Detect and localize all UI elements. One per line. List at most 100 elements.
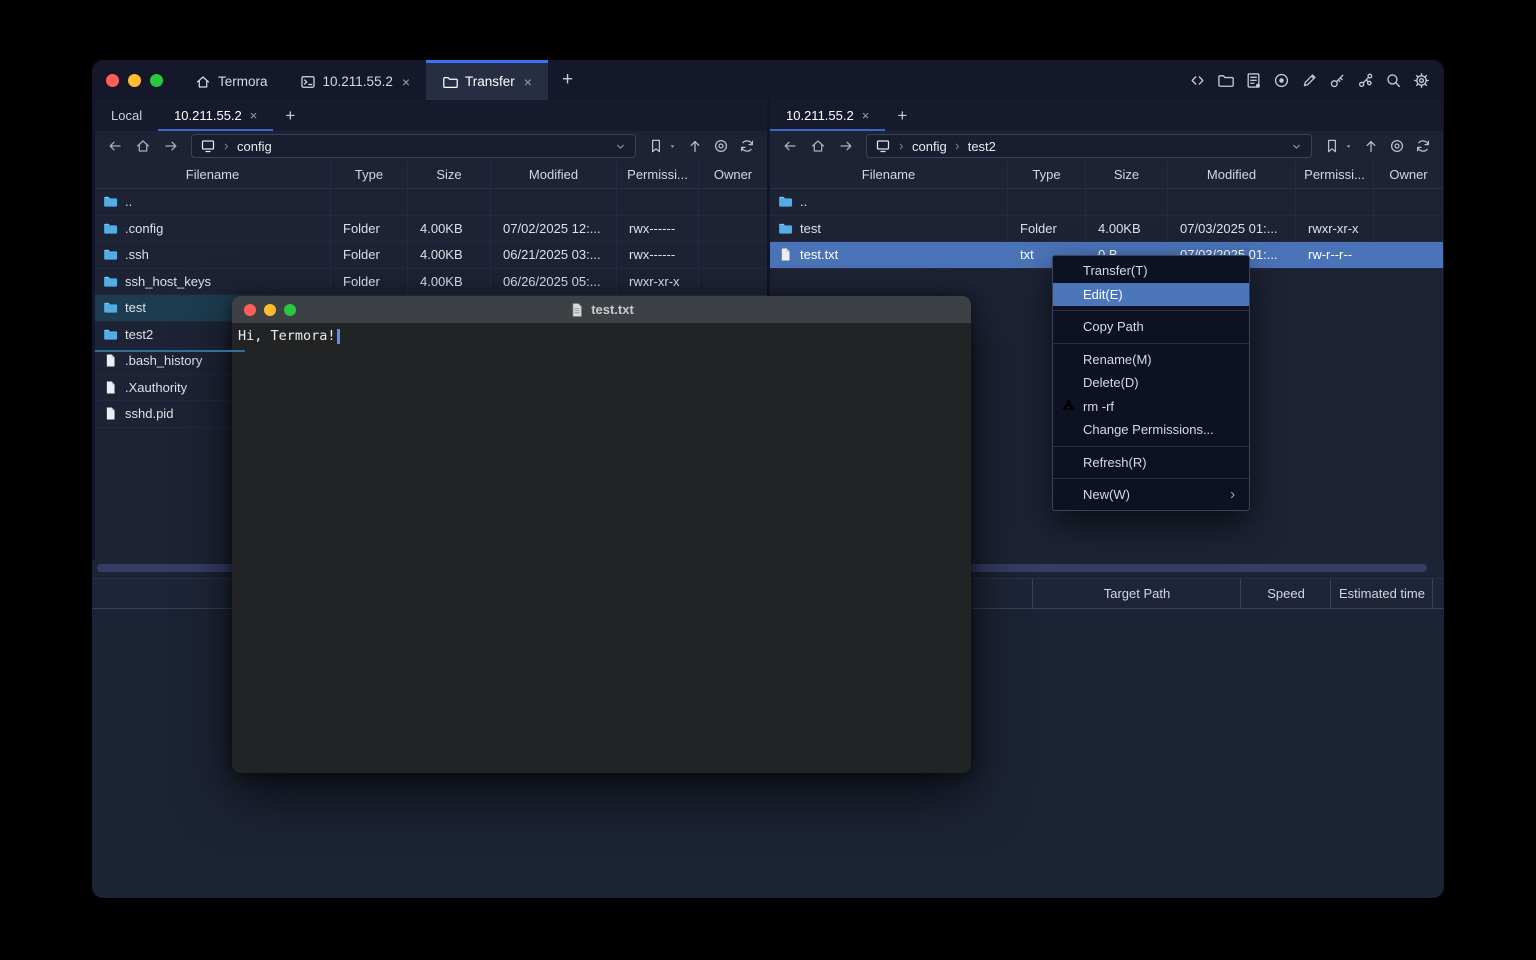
filename-label: test	[800, 221, 821, 236]
filename-label: test.txt	[800, 247, 838, 262]
zoom-window-button[interactable]	[150, 74, 163, 87]
keychain-icon[interactable]	[1357, 72, 1374, 89]
log-icon[interactable]	[1245, 72, 1262, 89]
menu-item-new-w-[interactable]: New(W)	[1053, 483, 1249, 507]
permissions-cell: rw-r--r--	[1296, 242, 1374, 268]
forward-button[interactable]	[159, 138, 183, 154]
close-window-button[interactable]	[106, 74, 119, 87]
menu-item-label: Transfer(T)	[1083, 263, 1148, 278]
panel-tab-10-211-55-2[interactable]: 10.211.55.2×	[158, 100, 273, 131]
settings-icon[interactable]	[1413, 72, 1430, 89]
app-tab-termora[interactable]: Termora	[179, 60, 284, 100]
context-menu: Transfer(T) Edit(E) Copy Path Rename(M)Dele…	[1052, 255, 1250, 511]
type-cell: Folder	[331, 269, 408, 295]
column-header-permissi[interactable]: Permissi...	[1296, 161, 1374, 188]
arrow-up-icon[interactable]	[1363, 138, 1379, 154]
chevron-down-icon[interactable]	[1290, 140, 1303, 153]
code-icon[interactable]	[1189, 72, 1206, 89]
bookmark-icon[interactable]	[1324, 138, 1340, 154]
key-icon[interactable]	[1329, 72, 1346, 89]
close-tab-icon[interactable]: ×	[862, 108, 870, 123]
menu-item-change-permissions-[interactable]: Change Permissions...	[1053, 418, 1249, 442]
eye-icon[interactable]	[1389, 138, 1405, 154]
chevron-right-icon	[1227, 489, 1239, 501]
filename-label: ..	[125, 194, 132, 209]
folder-icon[interactable]	[1217, 72, 1234, 89]
bookmark-icon[interactable]	[648, 138, 664, 154]
menu-item-delete-d-[interactable]: Delete(D)	[1053, 371, 1249, 395]
transfer-column-target-path[interactable]: Target Path	[1032, 579, 1241, 608]
triangle-down-icon[interactable]	[1344, 142, 1353, 151]
transfer-column-estimated-time[interactable]: Estimated time	[1330, 579, 1433, 608]
eye-icon[interactable]	[713, 138, 729, 154]
refresh-icon[interactable]	[739, 138, 755, 154]
table-row[interactable]: testFolder4.00KB07/03/2025 01:...rwxr-xr…	[770, 216, 1443, 243]
close-tab-icon[interactable]: ×	[250, 108, 258, 123]
column-header-owner[interactable]: Owner	[1374, 161, 1443, 188]
back-button[interactable]	[103, 138, 127, 154]
column-header-modified[interactable]: Modified	[1168, 161, 1296, 188]
traffic-lights	[92, 60, 179, 100]
close-tab-icon[interactable]: ×	[402, 74, 410, 90]
new-panel-tab-button[interactable]: +	[885, 100, 919, 131]
search-icon[interactable]	[1385, 72, 1402, 89]
back-button[interactable]	[778, 138, 802, 154]
column-header-owner[interactable]: Owner	[699, 161, 767, 188]
forward-button[interactable]	[834, 138, 858, 154]
app-tab-transfer[interactable]: Transfer ×	[426, 60, 548, 100]
column-header-type[interactable]: Type	[1008, 161, 1086, 188]
path-field[interactable]: config	[191, 134, 636, 158]
app-tab-10-211-55-2[interactable]: 10.211.55.2×	[284, 60, 427, 100]
menu-item-rm-rf[interactable]: rm -rf	[1053, 395, 1249, 419]
arrow-left-icon	[782, 138, 798, 154]
path-toolbar	[644, 138, 759, 154]
close-tab-icon[interactable]: ×	[524, 74, 532, 90]
table-row[interactable]: ssh_host_keysFolder4.00KB06/26/2025 05:.…	[95, 269, 767, 296]
chevron-down-icon[interactable]	[614, 140, 627, 153]
triangle-down-icon[interactable]	[668, 142, 677, 151]
permissions-cell	[617, 189, 699, 215]
table-row[interactable]: ..	[95, 189, 767, 216]
menu-item-edit-e-[interactable]: Edit(E)	[1053, 283, 1249, 307]
column-header-modified[interactable]: Modified	[491, 161, 617, 188]
menu-item-refresh-r-[interactable]: Refresh(R)	[1053, 451, 1249, 475]
file-solid-icon	[103, 380, 118, 395]
arrow-up-icon[interactable]	[687, 138, 703, 154]
record-icon[interactable]	[1273, 72, 1290, 89]
edit-icon[interactable]	[1301, 72, 1318, 89]
type-cell: Folder	[1008, 216, 1086, 242]
refresh-icon[interactable]	[1415, 138, 1431, 154]
editor-zoom-button[interactable]	[284, 304, 296, 316]
column-header-filename[interactable]: Filename	[770, 161, 1008, 188]
editor-text-area[interactable]: Hi, Termora!	[232, 323, 971, 773]
column-header-size[interactable]: Size	[1086, 161, 1168, 188]
type-cell: Folder	[331, 242, 408, 268]
menu-item-transfer-t-[interactable]: Transfer(T)	[1053, 259, 1249, 283]
column-header-type[interactable]: Type	[331, 161, 408, 188]
menu-item-rename-m-[interactable]: Rename(M)	[1053, 348, 1249, 372]
table-row[interactable]: .sshFolder4.00KB06/21/2025 03:...rwx----…	[95, 242, 767, 269]
home-button[interactable]	[131, 138, 155, 154]
transfer-column-speed[interactable]: Speed	[1240, 579, 1331, 608]
panel-tab-10-211-55-2[interactable]: 10.211.55.2×	[770, 100, 885, 131]
monitor-icon	[875, 138, 891, 154]
column-header-size[interactable]: Size	[408, 161, 491, 188]
editor-close-button[interactable]	[244, 304, 256, 316]
table-row[interactable]: ..	[770, 189, 1443, 216]
modified-cell: 07/02/2025 12:...	[491, 216, 617, 242]
size-cell: 4.00KB	[1086, 216, 1168, 242]
size-cell: 4.00KB	[408, 269, 491, 295]
new-panel-tab-button[interactable]: +	[273, 100, 307, 131]
panel-tab-local[interactable]: Local	[95, 100, 158, 131]
app-tab-label: Transfer	[465, 74, 515, 89]
column-header-permissi[interactable]: Permissi...	[617, 161, 699, 188]
menu-item-copy-path[interactable]: Copy Path	[1053, 315, 1249, 339]
home-button[interactable]	[806, 138, 830, 154]
editor-minimize-button[interactable]	[264, 304, 276, 316]
table-row[interactable]: .configFolder4.00KB07/02/2025 12:...rwx-…	[95, 216, 767, 243]
path-field[interactable]: configtest2	[866, 134, 1312, 158]
new-app-tab-button[interactable]: +	[548, 60, 587, 100]
filename-label: sshd.pid	[125, 406, 173, 421]
column-header-filename[interactable]: Filename	[95, 161, 331, 188]
minimize-window-button[interactable]	[128, 74, 141, 87]
